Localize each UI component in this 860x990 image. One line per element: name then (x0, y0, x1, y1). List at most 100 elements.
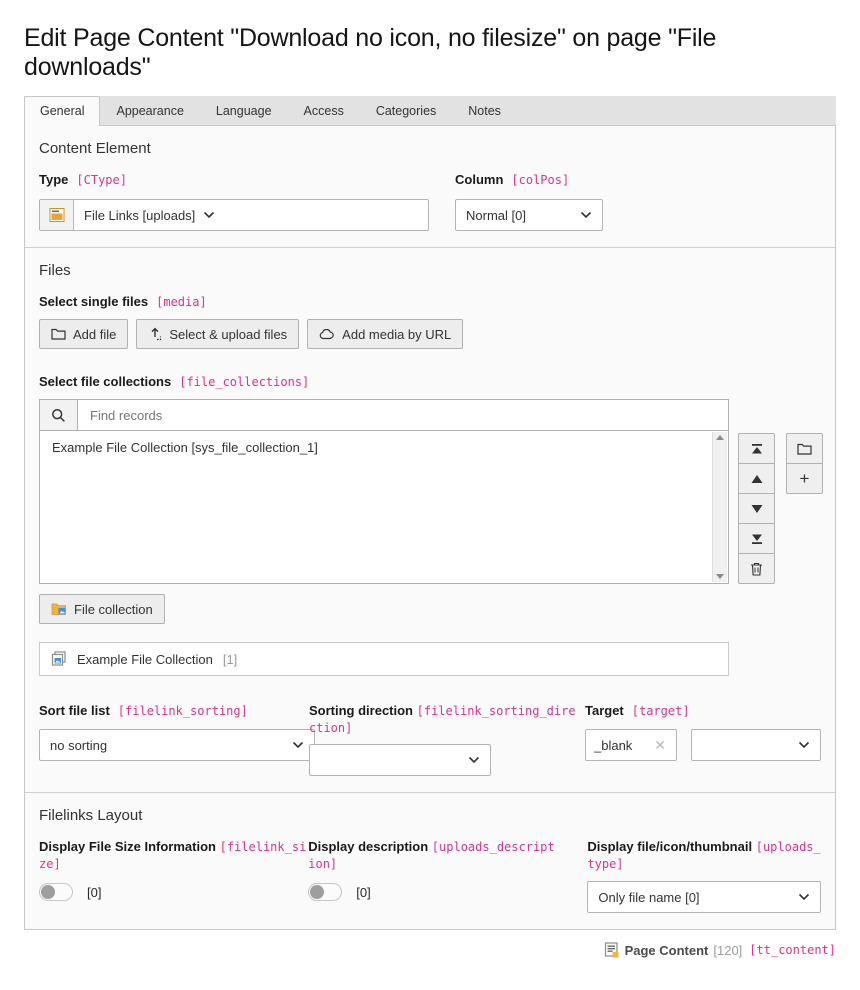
sorting-direction-label: Sorting direction (309, 703, 413, 718)
add-file-label: Add file (73, 327, 116, 342)
move-down-icon (750, 504, 764, 514)
search-icon (40, 400, 78, 430)
chevron-down-icon (203, 211, 215, 219)
clear-target-icon[interactable]: ✕ (652, 737, 668, 754)
display-description-value: [0] (356, 885, 370, 900)
move-to-top-button[interactable] (738, 433, 775, 464)
record-id: [120] (713, 943, 742, 958)
selected-collection-count: [1] (223, 652, 237, 667)
add-file-button[interactable]: Add file (39, 319, 128, 349)
content-element-heading: Content Element (39, 140, 821, 157)
tab-bar: General Appearance Language Access Categ… (24, 96, 836, 125)
move-up-button[interactable] (738, 463, 775, 494)
target-select[interactable] (691, 729, 821, 761)
record-type-label: Page Content (625, 943, 709, 958)
column-label: Column (455, 171, 503, 189)
filelinks-layout-panel: Filelinks Layout Display File Size Infor… (25, 792, 835, 929)
chevron-down-icon (798, 741, 810, 749)
file-collection-icon (51, 602, 67, 616)
page-title: Edit Page Content "Download no icon, no … (24, 24, 836, 82)
chevron-down-icon (468, 756, 480, 764)
column-field-key: [colPos] (511, 173, 569, 187)
chevron-down-icon (798, 893, 810, 901)
add-media-by-url-label: Add media by URL (342, 327, 451, 342)
browse-records-button[interactable] (786, 433, 823, 464)
sort-file-list-label: Sort file list (39, 702, 110, 720)
display-thumbnail-value: Only file name [0] (598, 890, 790, 905)
move-down-button[interactable] (738, 493, 775, 524)
tab-notes[interactable]: Notes (452, 96, 517, 125)
target-input[interactable] (594, 738, 652, 753)
tab-language[interactable]: Language (200, 96, 288, 125)
folder-icon (51, 328, 66, 340)
scroll-down-icon[interactable] (716, 574, 724, 579)
sort-select-value: no sorting (50, 738, 284, 753)
target-input-wrap: ✕ (585, 729, 677, 761)
file-collections-listbox[interactable]: Example File Collection [sys_file_collec… (39, 430, 729, 584)
select-file-collections-label: Select file collections (39, 373, 171, 391)
column-select-value: Normal [0] (466, 208, 572, 223)
add-record-button[interactable]: + (786, 463, 823, 494)
type-label: Type (39, 171, 68, 189)
column-select[interactable]: Normal [0] (455, 199, 603, 231)
record-footer: Page Content [120] [tt_content] (24, 942, 836, 958)
toggle-knob (41, 885, 55, 899)
tab-access[interactable]: Access (288, 96, 360, 125)
target-label: Target (585, 702, 624, 720)
chevron-down-icon (292, 741, 304, 749)
move-to-bottom-button[interactable] (738, 523, 775, 554)
tab-general[interactable]: General (24, 96, 100, 126)
type-select-value: File Links [uploads] (84, 208, 195, 223)
display-thumbnail-select[interactable]: Only file name [0] (587, 881, 821, 913)
files-panel: Files Select single files [media] Add fi… (25, 247, 835, 792)
files-heading: Files (39, 262, 821, 279)
scroll-up-icon[interactable] (716, 435, 724, 440)
target-key: [target] (632, 704, 690, 718)
record-search-bar (39, 399, 729, 431)
display-file-size-value: [0] (87, 885, 101, 900)
content-type-icon (40, 200, 74, 230)
uploads-content-icon (49, 207, 65, 223)
move-controls (738, 433, 775, 584)
sorting-direction-select[interactable] (309, 744, 491, 776)
select-single-files-label: Select single files (39, 293, 148, 311)
display-description-label: Display description (308, 839, 428, 854)
list-item[interactable]: Example File Collection [sys_file_collec… (40, 437, 728, 458)
cloud-icon (319, 329, 335, 340)
display-file-size-toggle[interactable] (39, 883, 73, 901)
record-table-key: [tt_content] (749, 943, 836, 957)
page-content-record-icon (604, 942, 620, 958)
filelinks-layout-heading: Filelinks Layout (39, 807, 821, 824)
collection-record-icon (51, 651, 67, 667)
folder-icon (797, 443, 812, 455)
content-element-panel: Content Element Type [CType] (25, 126, 835, 247)
sort-file-list-select[interactable]: no sorting (39, 729, 315, 761)
type-select[interactable]: File Links [uploads] (39, 199, 429, 231)
tab-categories[interactable]: Categories (360, 96, 452, 125)
file-collections-field-key: [file_collections] (179, 375, 309, 389)
media-field-key: [media] (156, 295, 207, 309)
move-to-top-icon (750, 443, 764, 455)
file-collection-button[interactable]: File collection (39, 594, 165, 624)
display-file-size-label: Display File Size Information (39, 839, 216, 854)
remove-selected-button[interactable] (738, 553, 775, 584)
tab-appearance[interactable]: Appearance (100, 96, 199, 125)
selected-collection-name: Example File Collection (77, 652, 213, 667)
move-to-bottom-icon (750, 533, 764, 545)
selected-collection-row[interactable]: Example File Collection [1] (39, 642, 729, 676)
type-field-key: [CType] (76, 173, 127, 187)
chevron-down-icon (580, 211, 592, 219)
select-upload-files-button[interactable]: Select & upload files (136, 319, 299, 349)
browse-controls: + (786, 433, 823, 584)
listbox-scrollbar[interactable] (712, 432, 727, 582)
display-thumbnail-label: Display file/icon/thumbnail (587, 839, 752, 854)
trash-icon (750, 562, 763, 576)
display-description-toggle[interactable] (308, 883, 342, 901)
add-media-by-url-button[interactable]: Add media by URL (307, 319, 463, 349)
file-collection-label: File collection (74, 602, 153, 617)
select-upload-files-label: Select & upload files (169, 327, 287, 342)
move-up-icon (750, 474, 764, 484)
search-input[interactable] (78, 400, 728, 430)
plus-icon: + (800, 470, 810, 487)
filelink-sorting-key: [filelink_sorting] (118, 704, 248, 718)
